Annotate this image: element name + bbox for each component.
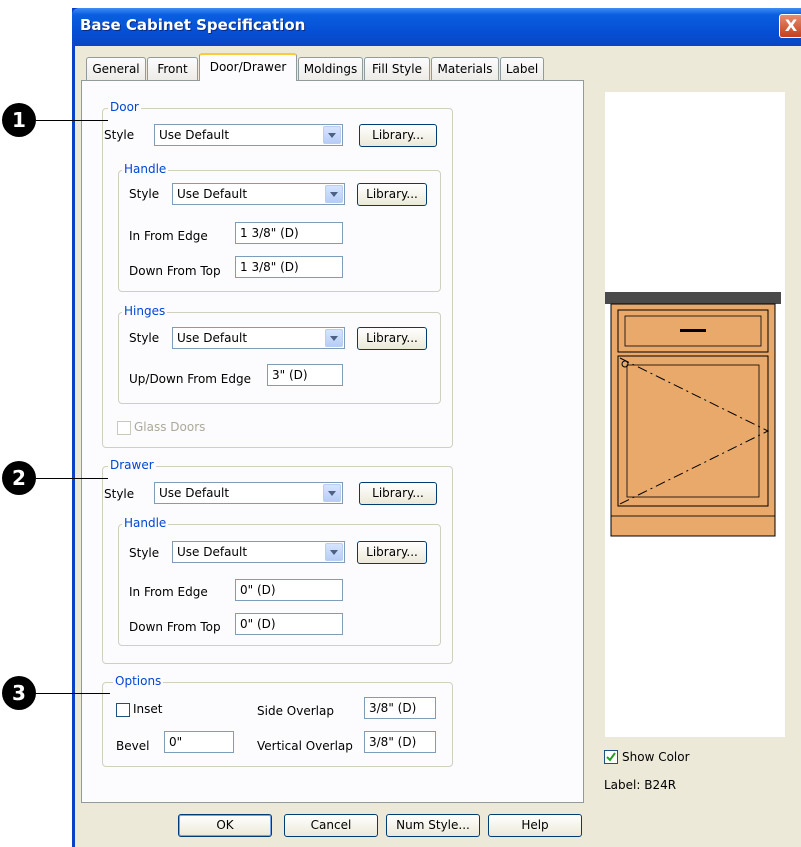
drawer-handle-in-from-edge-label: In From Edge <box>129 585 208 599</box>
bevel-label: Bevel <box>116 739 150 753</box>
drawer-style-label: Style <box>104 487 135 501</box>
door-handle-down-from-top-field[interactable]: 1 3/8" (D) <box>235 256 343 278</box>
chevron-down-icon[interactable] <box>325 329 343 347</box>
glass-doors-checkbox[interactable] <box>117 421 131 435</box>
door-hinges-updown-field[interactable]: 3" (D) <box>267 364 343 386</box>
tab-moldings[interactable]: Moldings <box>298 57 363 81</box>
window-title: Base Cabinet Specification <box>80 16 306 34</box>
countertop <box>603 292 781 304</box>
show-color-checkbox[interactable] <box>604 750 618 764</box>
door-hinges-updown-label: Up/Down From Edge <box>129 372 252 386</box>
door-handle-style-select[interactable]: Use Default <box>172 183 345 205</box>
inset-label: Inset <box>133 702 163 716</box>
num-style-button[interactable]: Num Style... <box>386 814 480 837</box>
door-style-value: Use Default <box>159 128 230 142</box>
tab-door-drawer[interactable]: Door/Drawer <box>199 53 297 81</box>
drawer-style-select[interactable]: Use Default <box>154 482 343 504</box>
door-hinges-style-select[interactable]: Use Default <box>172 327 345 349</box>
vertical-overlap-label: Vertical Overlap <box>257 739 353 753</box>
toe-kick <box>610 515 776 537</box>
door-hinges-library-button[interactable]: Library... <box>357 327 427 350</box>
checkmark-icon <box>606 752 616 762</box>
door-panel <box>626 364 760 498</box>
drawer-style-value: Use Default <box>159 486 230 500</box>
door-hinges-group <box>118 312 441 404</box>
close-button[interactable]: X <box>779 14 801 38</box>
callout-3: 3 <box>2 676 36 710</box>
help-button[interactable]: Help <box>488 814 582 837</box>
tab-label[interactable]: Label <box>500 57 544 81</box>
door-handle-down-from-top-label: Down From Top <box>129 264 221 278</box>
drawer-handle-style-value: Use Default <box>177 545 248 559</box>
door-library-button[interactable]: Library... <box>359 124 437 147</box>
chevron-down-icon[interactable] <box>325 543 343 561</box>
door-handle-in-from-edge-field[interactable]: 1 3/8" (D) <box>235 222 343 244</box>
tab-materials[interactable]: Materials <box>431 57 499 81</box>
cabinet-preview-image <box>603 292 781 537</box>
cancel-button[interactable]: Cancel <box>284 814 378 837</box>
callout-1: 1 <box>2 103 36 137</box>
vertical-overlap-field[interactable]: 3/8" (D) <box>364 731 436 753</box>
drawer-library-button[interactable]: Library... <box>359 482 437 505</box>
door-group-label: Door <box>108 100 141 114</box>
options-group-label: Options <box>113 674 164 688</box>
door-style-select[interactable]: Use Default <box>154 124 343 146</box>
drawer-handle-style-select[interactable]: Use Default <box>172 541 345 563</box>
chevron-down-icon[interactable] <box>323 484 341 502</box>
side-overlap-field[interactable]: 3/8" (D) <box>364 697 436 719</box>
bevel-field[interactable]: 0" <box>164 731 234 753</box>
door-hinges-style-label: Style <box>129 331 160 345</box>
door-handle-library-button[interactable]: Library... <box>357 183 427 206</box>
show-color-label: Show Color <box>622 750 690 764</box>
drawer-group-label: Drawer <box>108 458 156 472</box>
drawer-handle-style-label: Style <box>129 546 160 560</box>
drawer-handle-down-from-top-label: Down From Top <box>129 620 221 634</box>
drawer-handle-icon <box>680 329 706 332</box>
cabinet-preview <box>603 92 785 737</box>
door-hinges-group-label: Hinges <box>122 304 168 318</box>
side-overlap-label: Side Overlap <box>257 704 334 718</box>
chevron-down-icon[interactable] <box>323 126 341 144</box>
door-handle-style-label: Style <box>129 187 160 201</box>
drawer-handle-in-from-edge-field[interactable]: 0" (D) <box>235 579 343 601</box>
callout-1-leader <box>36 120 108 121</box>
options-group <box>102 682 453 767</box>
cabinet-label-text: Label: B24R <box>604 778 677 792</box>
door-handle-style-value: Use Default <box>177 187 248 201</box>
drawer-handle-library-button[interactable]: Library... <box>357 541 427 564</box>
door-hinges-style-value: Use Default <box>177 331 248 345</box>
tab-general[interactable]: General <box>86 57 146 81</box>
drawer-handle-down-from-top-field[interactable]: 0" (D) <box>235 613 343 635</box>
drawer-handle-group-label: Handle <box>122 516 169 530</box>
callout-2-leader <box>36 478 108 479</box>
glass-doors-label: Glass Doors <box>134 420 206 434</box>
chevron-down-icon[interactable] <box>325 185 343 203</box>
door-style-label: Style <box>104 128 135 142</box>
ok-button[interactable]: OK <box>178 814 272 837</box>
callout-3-leader <box>36 693 110 694</box>
tab-fill-style[interactable]: Fill Style <box>364 57 430 81</box>
tab-front[interactable]: Front <box>147 57 198 81</box>
inset-checkbox[interactable] <box>116 703 130 717</box>
door-handle-in-from-edge-label: In From Edge <box>129 229 208 243</box>
door-handle-group-label: Handle <box>122 162 169 176</box>
callout-2: 2 <box>2 461 36 495</box>
